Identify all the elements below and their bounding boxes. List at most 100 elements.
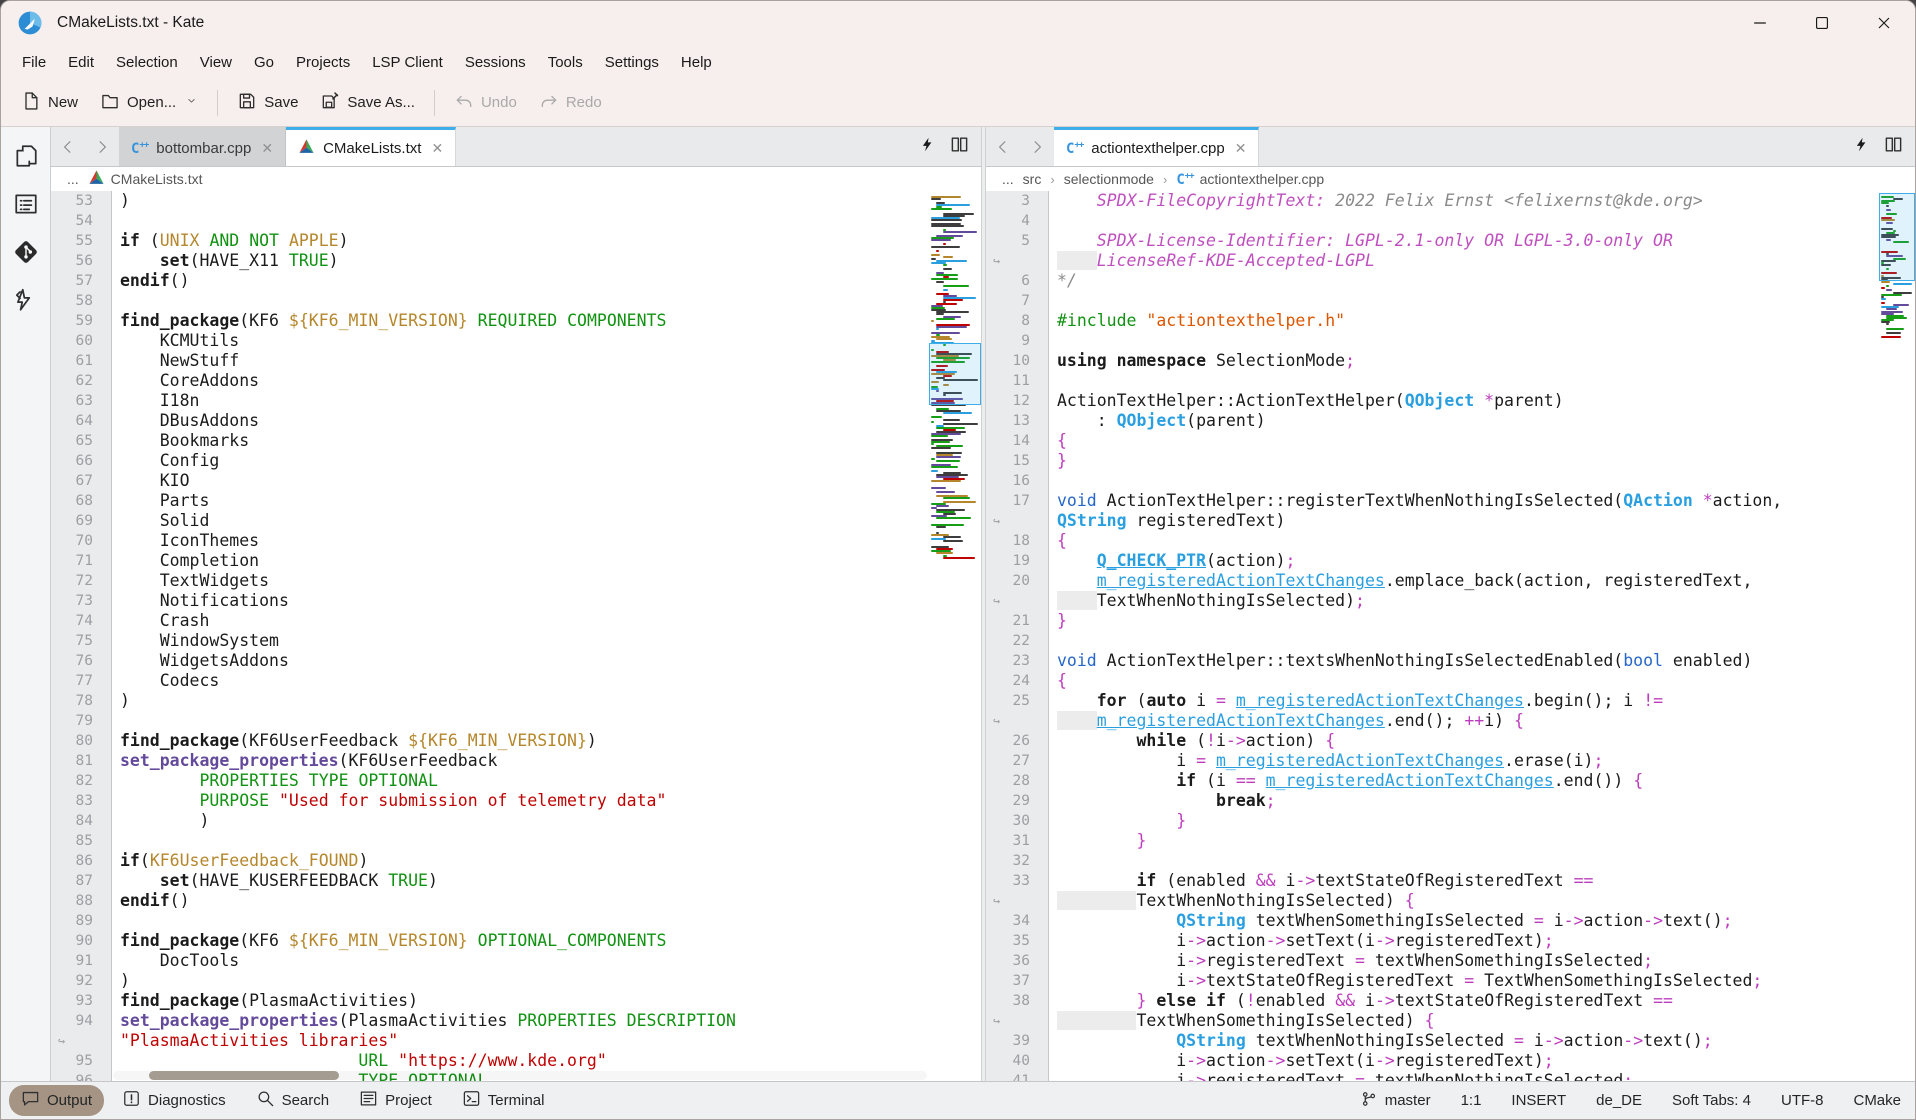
nav-back-button[interactable] <box>51 127 85 166</box>
code-line[interactable]: 18{ <box>986 531 1915 551</box>
code-line[interactable]: 56 set(HAVE_X11 TRUE) <box>51 251 981 271</box>
code-line[interactable]: 29 break; <box>986 791 1915 811</box>
code-line[interactable]: 22 <box>986 631 1915 651</box>
save-button[interactable]: Save <box>227 85 308 121</box>
code-line[interactable]: 41 i->registeredText = textWhenNothingIs… <box>986 1071 1915 1081</box>
code-line[interactable]: 32 <box>986 851 1915 871</box>
code-line[interactable]: 74 Crash <box>51 611 981 631</box>
code-line[interactable]: 31 } <box>986 831 1915 851</box>
code-line[interactable]: 39 QString textWhenNothingIsSelected = i… <box>986 1031 1915 1051</box>
code-line[interactable]: ↪QString registeredText) <box>986 511 1915 531</box>
open-button[interactable]: Open... <box>90 85 208 121</box>
minimap-viewport[interactable] <box>929 343 981 405</box>
tab-CMakeLists-txt[interactable]: CMakeLists.txt✕ <box>286 127 456 166</box>
code-line[interactable]: 70 IconThemes <box>51 531 981 551</box>
code-line[interactable]: 76 WidgetsAddons <box>51 651 981 671</box>
external-tools-icon[interactable] <box>13 287 39 313</box>
code-line[interactable]: 4 <box>986 211 1915 231</box>
code-line[interactable]: 7 <box>986 291 1915 311</box>
menu-item-lsp-client[interactable]: LSP Client <box>361 50 454 75</box>
menu-item-settings[interactable]: Settings <box>594 50 670 75</box>
code-line[interactable]: 17void ActionTextHelper::registerTextWhe… <box>986 491 1915 511</box>
code-line[interactable]: ↪ m_registeredActionTextChanges.end(); +… <box>986 711 1915 731</box>
menu-item-help[interactable]: Help <box>670 50 723 75</box>
documents-icon[interactable] <box>13 143 39 169</box>
code-line[interactable]: 63 I18n <box>51 391 981 411</box>
statusbar-output-button[interactable]: Output <box>9 1085 104 1116</box>
code-line[interactable]: 91 DocTools <box>51 951 981 971</box>
code-line[interactable]: 35 i->action->setText(i->registeredText)… <box>986 931 1915 951</box>
code-line[interactable]: 69 Solid <box>51 511 981 531</box>
code-line[interactable]: 73 Notifications <box>51 591 981 611</box>
code-line[interactable]: 9 <box>986 331 1915 351</box>
code-line[interactable]: 62 CoreAddons <box>51 371 981 391</box>
code-line[interactable]: 95 URL "https://www.kde.org" <box>51 1051 981 1071</box>
breadcrumb-item-selectionmode[interactable]: selectionmode <box>1064 171 1154 187</box>
code-line[interactable]: 77 Codecs <box>51 671 981 691</box>
code-line[interactable]: 19 Q_CHECK_PTR(action); <box>986 551 1915 571</box>
split-view-icon[interactable] <box>1884 135 1903 159</box>
tab-close-icon[interactable]: ✕ <box>259 140 273 157</box>
code-line[interactable]: 57endif() <box>51 271 981 291</box>
tab-close-icon[interactable]: ✕ <box>429 140 443 157</box>
code-line[interactable]: 27 i = m_registeredActionTextChanges.era… <box>986 751 1915 771</box>
minimize-button[interactable] <box>1729 1 1791 45</box>
quick-open-bolt-icon[interactable] <box>1853 136 1870 158</box>
code-line[interactable]: 11 <box>986 371 1915 391</box>
code-line[interactable]: ↪ TextWhenSomethingIsSelected) { <box>986 1011 1915 1031</box>
statusbar-de-de-item[interactable]: de_DE <box>1596 1092 1642 1109</box>
right-minimap[interactable] <box>1879 191 1915 1081</box>
chevron-down-icon[interactable] <box>185 94 198 111</box>
code-line[interactable]: 64 DBusAddons <box>51 411 981 431</box>
code-line[interactable]: 92) <box>51 971 981 991</box>
save-as-button[interactable]: Save As... <box>310 85 425 121</box>
left-hscroll-thumb[interactable] <box>149 1071 339 1080</box>
code-line[interactable]: 87 set(HAVE_KUSERFEEDBACK TRUE) <box>51 871 981 891</box>
code-line[interactable]: 79 <box>51 711 981 731</box>
menu-item-sessions[interactable]: Sessions <box>454 50 537 75</box>
code-line[interactable]: 8#include "actiontexthelper.h" <box>986 311 1915 331</box>
menu-item-tools[interactable]: Tools <box>537 50 594 75</box>
code-line[interactable]: 25 for (auto i = m_registeredActionTextC… <box>986 691 1915 711</box>
right-editor[interactable]: 3 SPDX-FileCopyrightText: 2022 Felix Ern… <box>986 191 1915 1081</box>
code-line[interactable]: 30 } <box>986 811 1915 831</box>
project-list-icon[interactable] <box>13 191 39 217</box>
code-line[interactable]: 59find_package(KF6 ${KF6_MIN_VERSION} RE… <box>51 311 981 331</box>
code-line[interactable]: 78) <box>51 691 981 711</box>
code-line[interactable]: ↪ TextWhenNothingIsSelected); <box>986 591 1915 611</box>
code-line[interactable]: 13 : QObject(parent) <box>986 411 1915 431</box>
code-line[interactable]: 72 TextWidgets <box>51 571 981 591</box>
code-line[interactable]: 12ActionTextHelper::ActionTextHelper(QOb… <box>986 391 1915 411</box>
code-line[interactable]: 58 <box>51 291 981 311</box>
code-line[interactable]: 40 i->action->setText(i->registeredText)… <box>986 1051 1915 1071</box>
code-line[interactable]: 53) <box>51 191 981 211</box>
menu-item-edit[interactable]: Edit <box>57 50 105 75</box>
code-line[interactable]: 86if(KF6UserFeedback_FOUND) <box>51 851 981 871</box>
code-line[interactable]: 88endif() <box>51 891 981 911</box>
menu-item-view[interactable]: View <box>189 50 243 75</box>
split-view-icon[interactable] <box>950 135 969 159</box>
code-line[interactable]: 94set_package_properties(PlasmaActivitie… <box>51 1011 981 1031</box>
code-line[interactable]: 89 <box>51 911 981 931</box>
code-line[interactable]: 80find_package(KF6UserFeedback ${KF6_MIN… <box>51 731 981 751</box>
code-line[interactable]: 93find_package(PlasmaActivities) <box>51 991 981 1011</box>
code-line[interactable]: 37 i->textStateOfRegisteredText = TextWh… <box>986 971 1915 991</box>
code-line[interactable]: 61 NewStuff <box>51 351 981 371</box>
code-line[interactable]: 28 if (i == m_registeredActionTextChange… <box>986 771 1915 791</box>
nav-forward-button[interactable] <box>85 127 119 166</box>
left-hscrollbar[interactable] <box>113 1071 927 1080</box>
code-line[interactable]: 75 WindowSystem <box>51 631 981 651</box>
code-line[interactable]: 21} <box>986 611 1915 631</box>
code-line[interactable]: 16 <box>986 471 1915 491</box>
code-line[interactable]: 15} <box>986 451 1915 471</box>
statusbar-search-button[interactable]: Search <box>244 1085 342 1116</box>
tab-actiontexthelper-cpp[interactable]: C++actiontexthelper.cpp✕ <box>1054 127 1259 166</box>
code-line[interactable]: 14{ <box>986 431 1915 451</box>
breadcrumb-item-actiontexthelper-cpp[interactable]: C++actiontexthelper.cpp <box>1176 171 1324 188</box>
code-line[interactable]: 38 } else if (!enabled && i->textStateOf… <box>986 991 1915 1011</box>
code-line[interactable]: 68 Parts <box>51 491 981 511</box>
code-line[interactable]: 71 Completion <box>51 551 981 571</box>
left-minimap[interactable] <box>929 191 981 1081</box>
code-line[interactable]: 82 PROPERTIES TYPE OPTIONAL <box>51 771 981 791</box>
quick-open-bolt-icon[interactable] <box>919 136 936 158</box>
